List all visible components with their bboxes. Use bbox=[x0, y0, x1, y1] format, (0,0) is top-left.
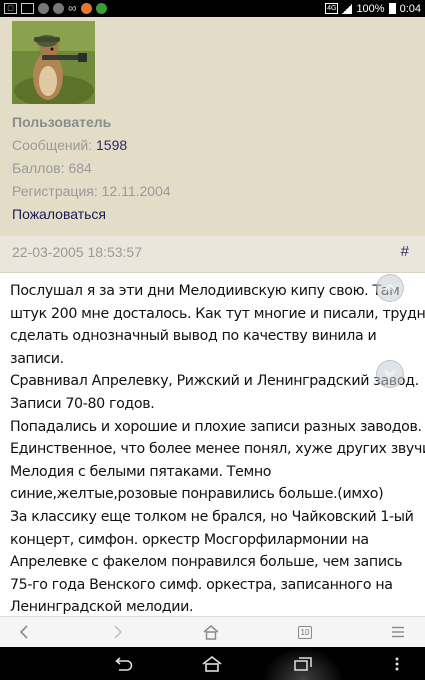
post-permalink[interactable]: # bbox=[401, 243, 409, 260]
post-text-line: Сравнивал Апрелевку, Рижский и Ленинград… bbox=[10, 373, 419, 390]
post-text-line: Попадались и хорошие и плохие записи раз… bbox=[10, 418, 422, 435]
system-indicators: 4G 100% 0:04 bbox=[325, 1, 421, 16]
back-arrow-icon bbox=[115, 656, 133, 671]
app-icon bbox=[95, 3, 107, 14]
system-home-button[interactable] bbox=[199, 650, 225, 677]
chevron-down-icon bbox=[384, 369, 396, 379]
points-stat: Баллов: 684 bbox=[12, 160, 92, 176]
registration-value: 12.11.2004 bbox=[101, 183, 171, 199]
chevron-right-icon bbox=[114, 625, 123, 639]
post-text-line: Мелодия с белыми пятаками. Темно bbox=[10, 463, 272, 480]
post-text-line: 75-го года Венского симф. оркестра, запи… bbox=[10, 576, 393, 593]
home-icon bbox=[203, 624, 219, 640]
post-date: 22-03-2005 18:53:57 bbox=[12, 244, 142, 260]
registration-stat: Регистрация: 12.11.2004 bbox=[12, 183, 171, 199]
points-label: Баллов: bbox=[12, 160, 65, 176]
network-type: 4G bbox=[325, 3, 339, 14]
chevron-up-icon bbox=[384, 283, 396, 293]
scroll-down-button[interactable] bbox=[376, 360, 404, 388]
post-text-line: записи. bbox=[10, 350, 64, 367]
post-text-line: Послушал я за эти дни Мелодиивскую кипу … bbox=[10, 283, 400, 299]
browser-toolbar: 10 bbox=[0, 616, 425, 647]
system-recents-button[interactable] bbox=[290, 650, 316, 677]
app-icon bbox=[80, 3, 92, 14]
post-text-line: Ленинградской мелодии. bbox=[10, 599, 194, 616]
status-bar: ▢ ∞ 4G 100% 0:04 bbox=[0, 0, 425, 17]
system-menu-button[interactable] bbox=[390, 650, 404, 677]
app-icon bbox=[53, 3, 64, 14]
signal-icon bbox=[342, 3, 353, 14]
battery-percent: 100% bbox=[356, 2, 385, 15]
menu-icon bbox=[392, 626, 404, 638]
post-text-line: Апрелевке с факелом понравился больше, ч… bbox=[10, 554, 403, 571]
system-nav-bar bbox=[0, 647, 425, 680]
avatar-image bbox=[12, 21, 95, 104]
points-value: 684 bbox=[68, 160, 92, 176]
user-role: Пользователь bbox=[12, 114, 112, 130]
forward-button[interactable] bbox=[106, 621, 130, 643]
recents-icon bbox=[294, 656, 312, 671]
clock: 0:04 bbox=[399, 2, 421, 15]
tabs-button[interactable]: 10 bbox=[293, 621, 317, 643]
home-icon bbox=[202, 655, 222, 672]
post-text-line: штук 200 мне досталось. Как тут многие и… bbox=[10, 305, 425, 322]
messages-stat: Сообщений: 1598 bbox=[12, 137, 127, 153]
post-text-line: синие,желтые,розовые понравились больше.… bbox=[10, 486, 384, 503]
post-text-line: Записи 70-80 годов. bbox=[10, 395, 155, 412]
back-button[interactable] bbox=[12, 621, 36, 643]
post-text-line: Единственное, что более менее понял, хуж… bbox=[10, 441, 425, 458]
post-text-line: концерт, симфон. оркестр Мосгорфилармони… bbox=[10, 531, 369, 548]
scroll-up-button[interactable] bbox=[376, 274, 404, 302]
messages-count-link[interactable]: 1598 bbox=[96, 137, 127, 153]
menu-button[interactable] bbox=[386, 621, 410, 643]
messages-label: Сообщений: bbox=[12, 137, 93, 153]
chevron-left-icon bbox=[19, 625, 28, 639]
post-header: 22-03-2005 18:53:57 # bbox=[0, 236, 425, 273]
system-back-button[interactable] bbox=[110, 650, 136, 677]
author-profile: Пользователь Сообщений: 1598 Баллов: 684… bbox=[0, 17, 425, 236]
more-vertical-icon bbox=[395, 657, 399, 670]
asus-icon: ▢ bbox=[4, 3, 17, 14]
infinity-icon: ∞ bbox=[68, 1, 77, 15]
notification-icons: ▢ ∞ bbox=[4, 2, 107, 15]
report-link[interactable]: Пожаловаться bbox=[12, 206, 106, 222]
avatar[interactable] bbox=[12, 21, 95, 104]
post-text-line: сделать однозначный вывод по качеству ви… bbox=[10, 328, 377, 345]
home-button[interactable] bbox=[199, 621, 223, 643]
photo-icon bbox=[21, 3, 34, 14]
battery-icon bbox=[388, 3, 396, 14]
tab-count: 10 bbox=[298, 625, 312, 639]
app-icon bbox=[38, 3, 49, 14]
post-text-line: За классику еще толком не брался, но Чай… bbox=[10, 508, 414, 525]
registration-label: Регистрация: bbox=[12, 183, 98, 199]
post-text: Послушал я за эти дни Мелодиивскую кипу … bbox=[10, 280, 425, 616]
post-body: Послушал я за эти дни Мелодиивскую кипу … bbox=[0, 273, 425, 616]
